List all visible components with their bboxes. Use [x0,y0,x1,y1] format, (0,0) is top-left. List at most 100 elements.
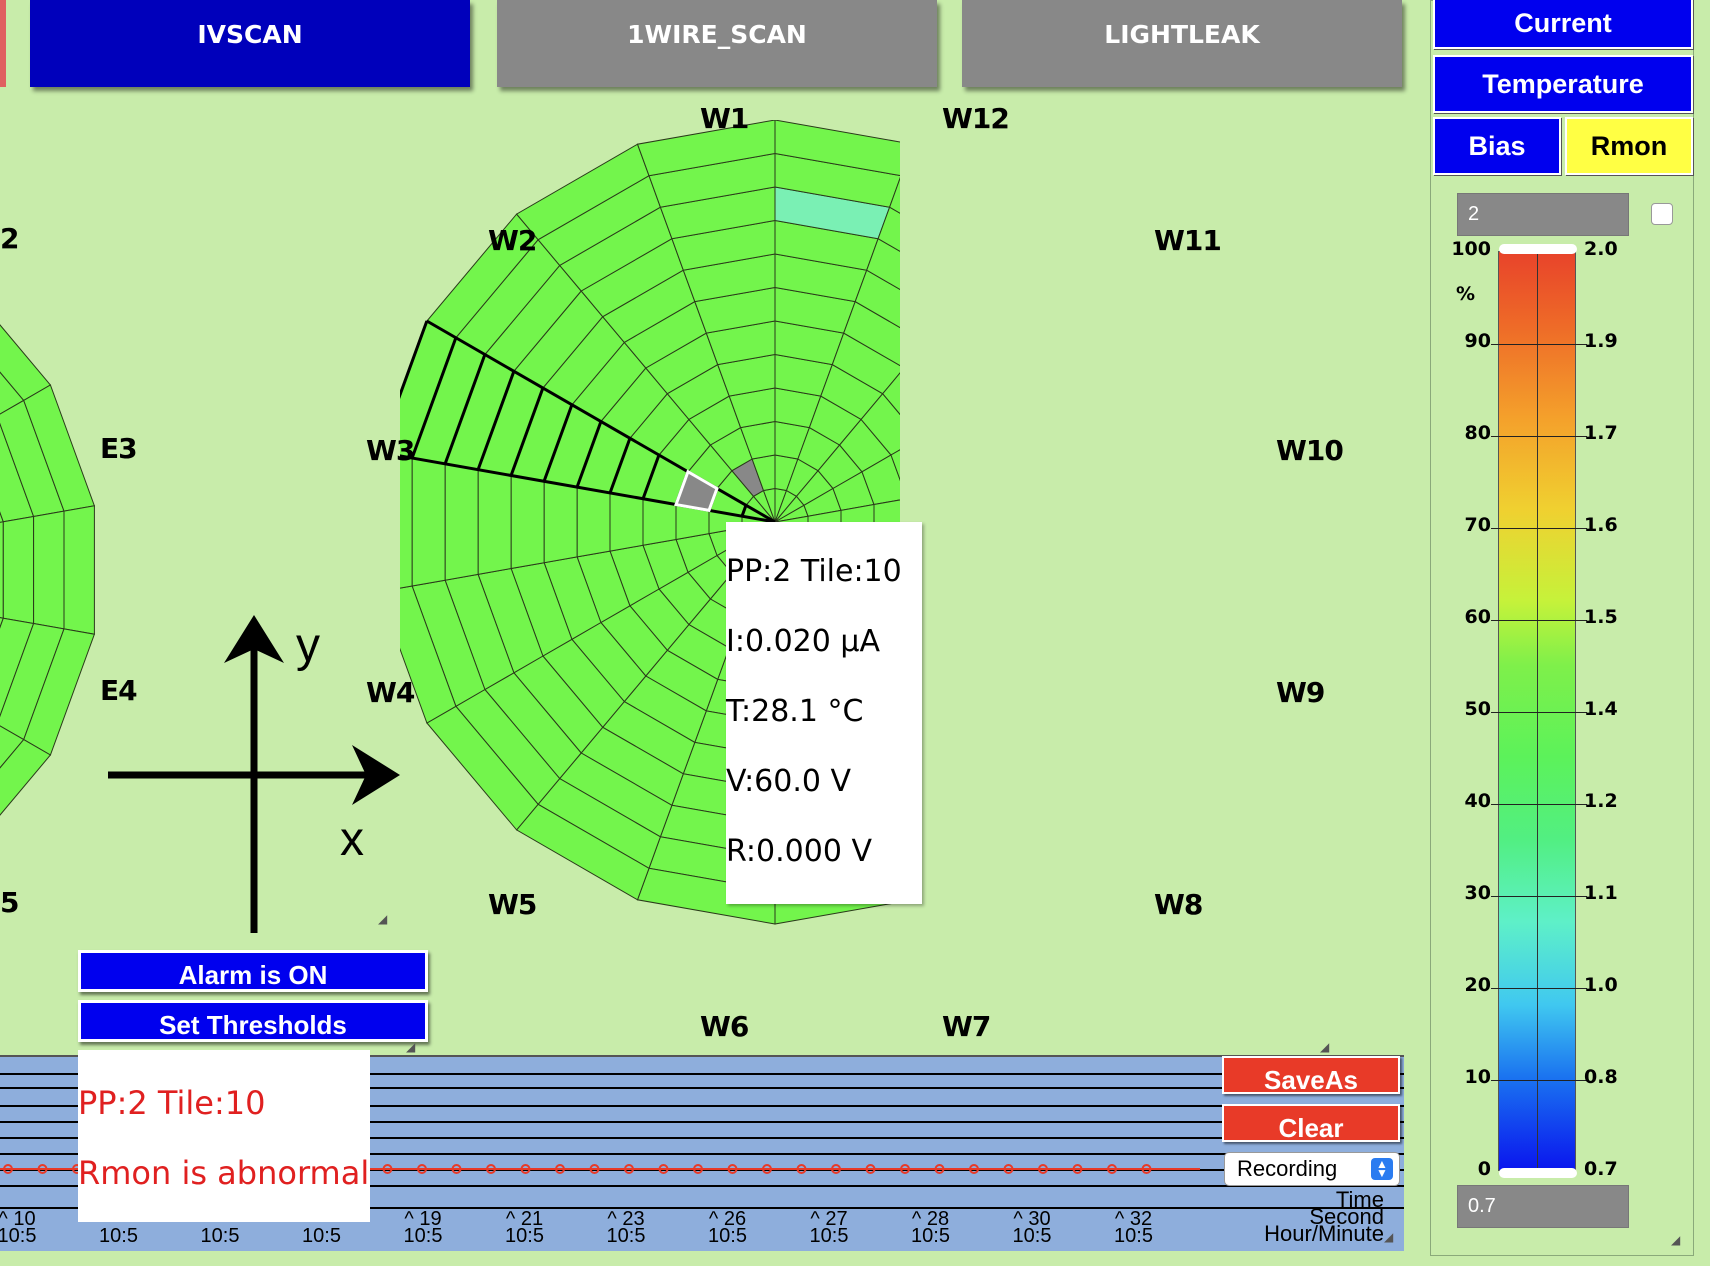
partial-button[interactable] [0,0,6,87]
scale-handle-bottom[interactable] [1499,1168,1577,1178]
color-scale-tick [1491,896,1587,897]
value-label: 1.5 [1584,606,1618,628]
scale-max-input[interactable]: 2 [1457,193,1629,236]
percent-unit-label: % [1455,283,1475,305]
time-tick-label: ^ 10 10:5 [0,1208,37,1247]
wafer-tile[interactable] [444,463,479,581]
value-label: 1.4 [1584,698,1618,720]
west-label-w7: W7 [942,1010,991,1043]
time-tick-label: ^ 19 10:5 [403,1208,443,1247]
wafer-tile[interactable] [642,498,677,546]
value-label: 1.0 [1584,974,1618,996]
time-tick-label: ^ 23 10:5 [606,1208,646,1247]
resize-grip-icon[interactable]: ◢ [1671,1233,1685,1247]
resize-grip-icon[interactable]: ◢ [1320,1040,1334,1054]
percent-label: 50 [1464,698,1491,720]
scale-handle-top[interactable] [1499,244,1577,254]
tooltip-tile: PP:2 Tile:10 [726,554,902,589]
scale-min-input[interactable]: 0.7 [1457,1185,1629,1228]
time-tick-label: ^ 30 10:5 [1012,1208,1052,1247]
percent-label: 30 [1464,882,1491,904]
wafer-tile [2,515,35,625]
set-thresholds-button[interactable]: Set Thresholds [78,1000,428,1042]
wafer-tile[interactable] [543,480,578,564]
value-label: 1.7 [1584,422,1618,444]
color-scale-tick [1491,988,1587,989]
resize-grip-icon[interactable]: ◢ [378,912,392,926]
wafer-tile [63,505,95,635]
wafer-tile[interactable] [411,457,446,587]
resize-grip-icon[interactable]: ◢ [406,1040,420,1054]
bias-mode-button[interactable]: Bias [1433,117,1561,175]
wafer-tile[interactable] [477,469,512,575]
tooltip-rmon: R:0.000 V [726,834,872,869]
rmon-mode-button[interactable]: Rmon [1565,117,1693,175]
resize-grip-icon[interactable]: ◢ [1384,1230,1398,1244]
alarm-toggle-button[interactable]: Alarm is ON [78,950,428,992]
percent-label: 0 [1477,1158,1491,1180]
color-scale-panel: Current Temperature Bias Rmon 2 100 2.0 90… [1430,0,1694,1256]
west-label-w11: W11 [1154,224,1222,257]
save-as-button[interactable]: SaveAs [1222,1056,1400,1095]
east-label-5: 5 [0,886,20,919]
value-label: 1.6 [1584,514,1618,536]
west-label-w8: W8 [1154,888,1203,921]
west-label-w5: W5 [488,888,537,921]
temperature-mode-button[interactable]: Temperature [1433,55,1693,113]
alert-tile: PP:2 Tile:10 [78,1084,266,1122]
recording-mode-select[interactable]: Recording ▲ ▼ [1224,1152,1400,1186]
west-label-w10: W10 [1276,434,1344,467]
scale-lock-checkbox[interactable] [1651,203,1673,225]
tooltip-voltage: V:60.0 V [726,764,852,799]
percent-label: 100 [1451,238,1491,260]
west-label-w9: W9 [1276,676,1325,709]
ivscan-button[interactable]: IVSCAN [30,0,470,87]
wafer-tile[interactable] [400,452,413,592]
west-label-w12: W12 [942,102,1010,135]
value-label: 1.9 [1584,330,1618,352]
value-label: 0.8 [1584,1066,1618,1088]
color-scale-tick [1491,712,1587,713]
wafer-tile[interactable] [609,492,644,552]
wafer-tile [33,510,65,630]
west-label-w2: W2 [488,224,537,257]
lightleak-button[interactable]: LIGHTLEAK [962,0,1402,87]
onewire-scan-button[interactable]: 1WIRE_SCAN [497,0,937,87]
west-label-w6: W6 [700,1010,749,1043]
east-wafer-map [0,324,96,816]
time-tick-label: ^ 27 10:5 [809,1208,849,1247]
select-arrows-icon: ▲ ▼ [1371,1158,1393,1180]
value-label: 0.7 [1584,1158,1618,1180]
alert-message-box: PP:2 Tile:10 Rmon is abnormal [78,1050,370,1222]
east-label-e3: E3 [100,432,138,465]
clear-button[interactable]: Clear [1222,1104,1400,1143]
time-tick-label: ^ 21 10:5 [505,1208,544,1247]
tile-tooltip: PP:2 Tile:10 I:0.020 μA T:28.1 °C V:60.0… [726,522,922,904]
color-scale-tick [1491,528,1587,529]
tooltip-temperature: T:28.1 °C [726,694,864,729]
wafer-tile[interactable] [510,474,545,570]
west-label-w1: W1 [700,102,749,135]
color-scale-tick [1491,344,1587,345]
color-scale-tick [1491,436,1587,437]
xy-axes-diagram [108,615,400,933]
y-axis-label: y [296,619,320,672]
time-tick-label: ^ 32 10:5 [1114,1208,1153,1247]
east-label-2: 2 [0,222,20,255]
color-scale-bar [1491,244,1587,1178]
percent-label: 10 [1464,1066,1491,1088]
west-label-w3: W3 [366,434,415,467]
time-tick-label: ^ 26 10:5 [708,1208,747,1247]
tooltip-current: I:0.020 μA [726,624,880,659]
current-mode-button[interactable]: Current [1433,0,1693,49]
color-scale-tick [1491,804,1587,805]
color-scale-tick [1491,620,1587,621]
percent-label: 90 [1464,330,1491,352]
percent-label: 40 [1464,790,1491,812]
timeline-axis-label: Time Second Hour/Minute [1264,1187,1384,1246]
color-scale-tick [1491,1080,1587,1081]
wafer-tile[interactable] [576,486,611,558]
percent-label: 60 [1464,606,1491,628]
value-label: 1.2 [1584,790,1618,812]
recording-mode-value: Recording [1237,1156,1338,1181]
